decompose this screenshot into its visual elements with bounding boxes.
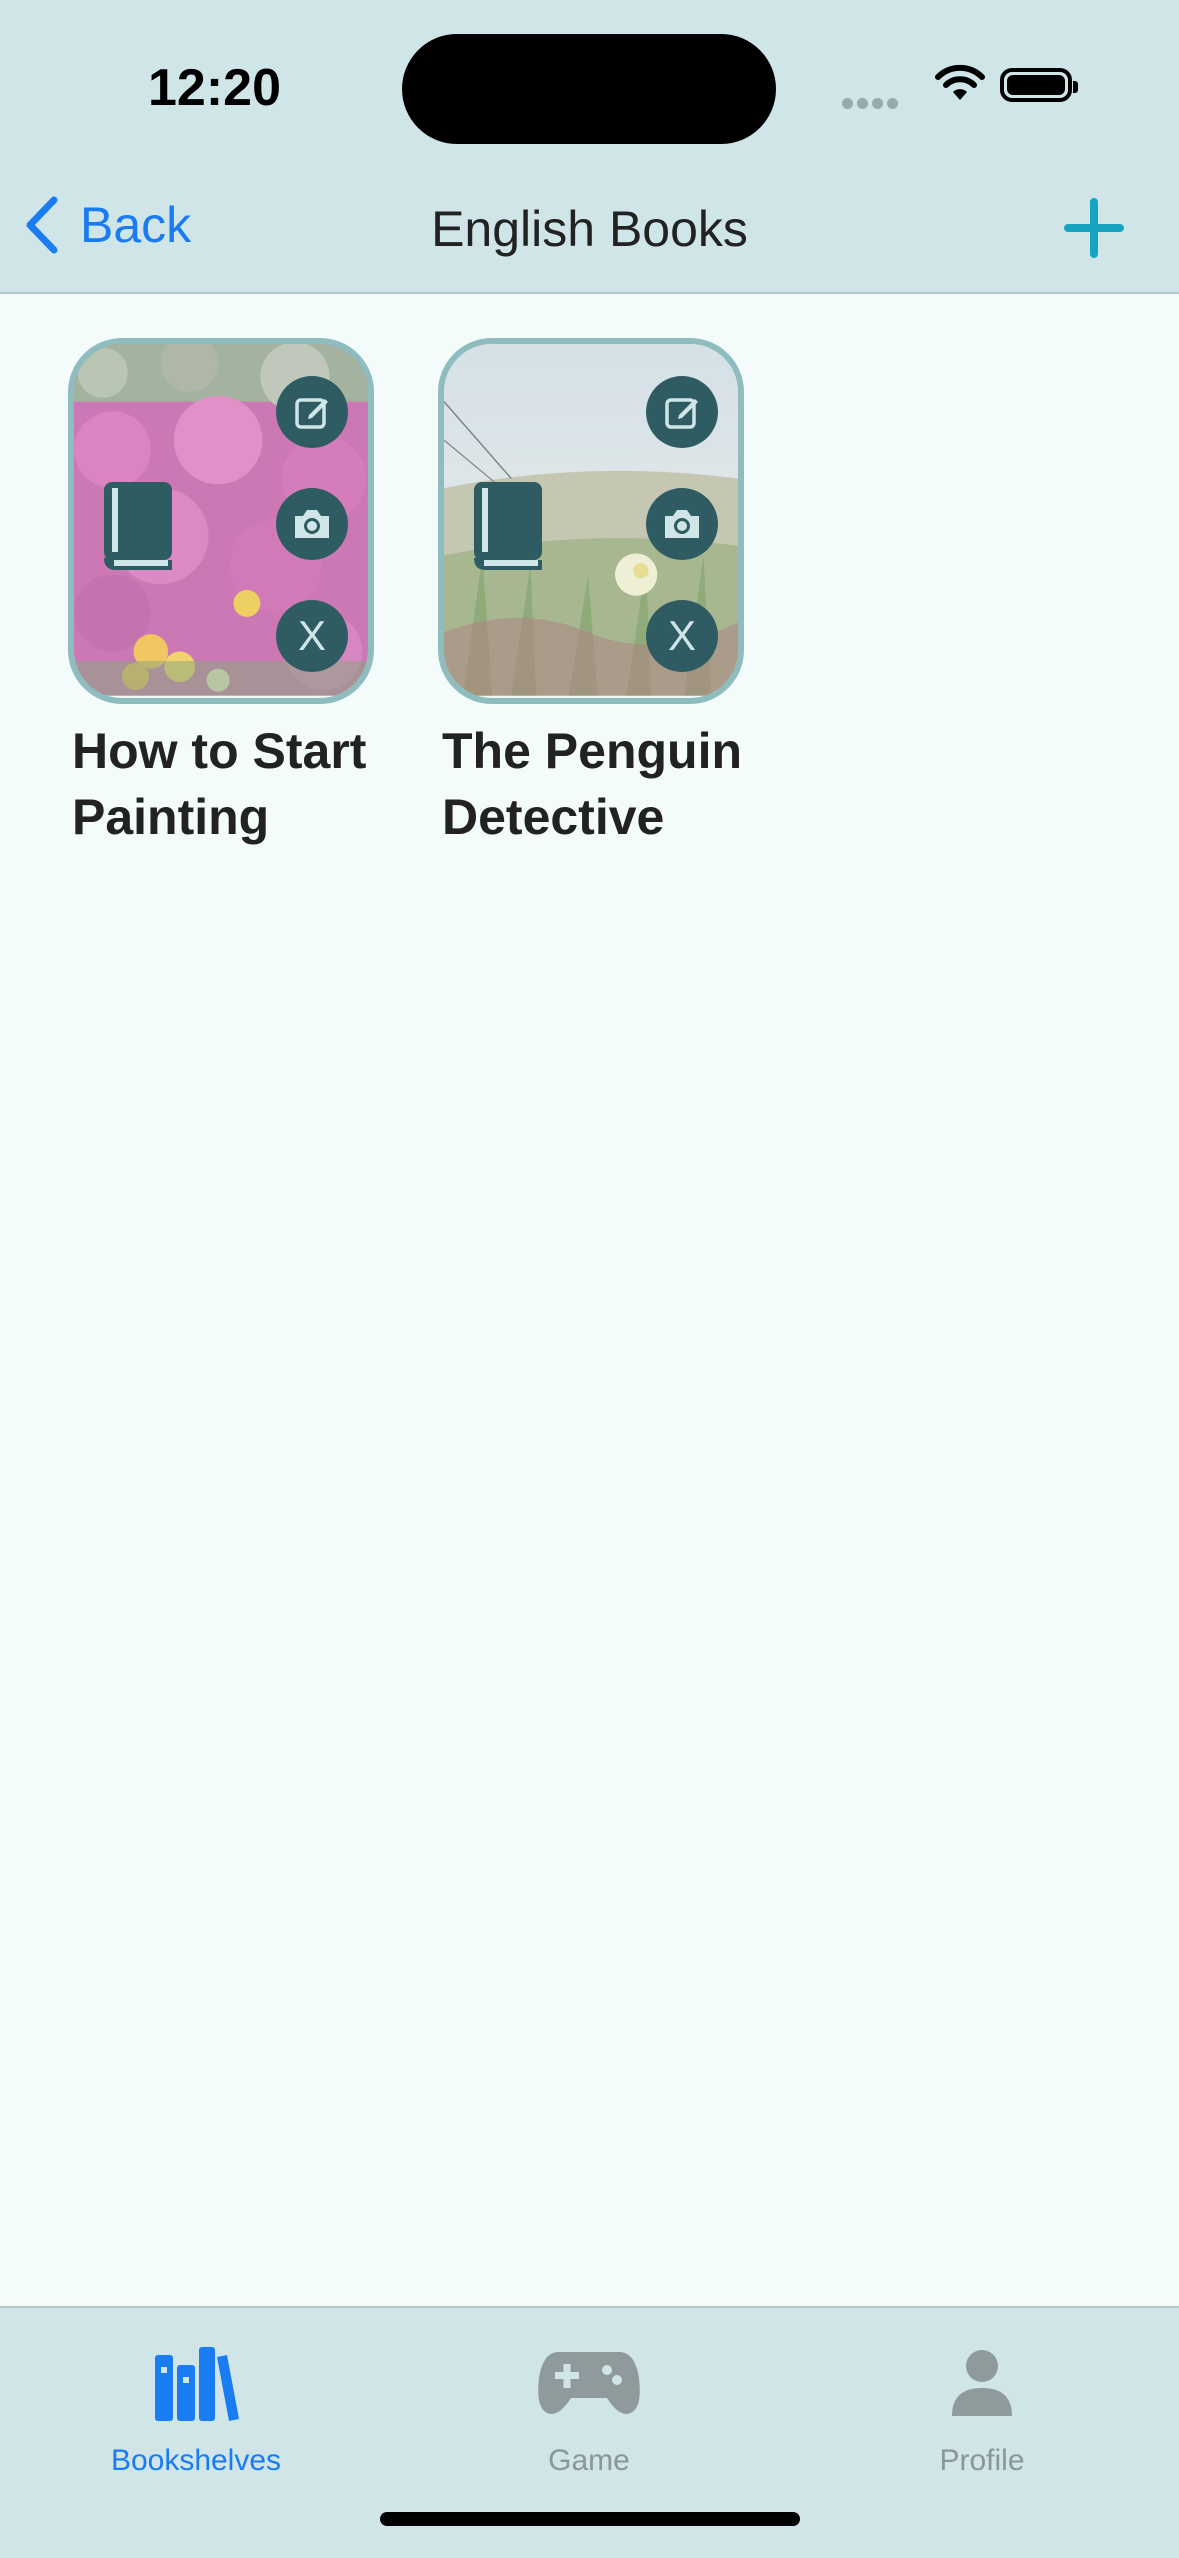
edit-icon[interactable]	[646, 376, 718, 448]
gamepad-icon	[538, 2352, 640, 2414]
close-icon[interactable]: X	[276, 600, 348, 672]
battery-icon	[1000, 68, 1078, 102]
tab-game[interactable]: Game	[469, 2328, 709, 2478]
book-title: How to Start Painting	[72, 723, 367, 845]
tab-label: Game	[548, 2444, 630, 2477]
tab-profile[interactable]: Profile	[862, 2328, 1102, 2478]
close-icon[interactable]: X	[646, 600, 718, 672]
book-icon	[474, 482, 542, 570]
person-icon	[952, 2350, 1012, 2416]
page-title: English Books	[431, 201, 748, 257]
tab-label: Profile	[939, 2444, 1025, 2477]
book-card[interactable]: X The Penguin Detective	[438, 338, 744, 850]
bookshelves-icon	[155, 2347, 239, 2421]
camera-icon[interactable]	[646, 488, 718, 560]
book-cover[interactable]: X	[68, 338, 374, 704]
dynamic-island	[402, 34, 776, 144]
book-title: The Penguin Detective	[442, 723, 742, 845]
book-cover[interactable]: X	[438, 338, 744, 704]
wifi-icon	[935, 64, 985, 100]
status-icons	[842, 62, 1082, 112]
edit-icon[interactable]	[276, 376, 348, 448]
signal-icon	[842, 96, 902, 114]
camera-icon[interactable]	[276, 488, 348, 560]
tab-bookshelves[interactable]: Bookshelves	[76, 2328, 316, 2478]
home-indicator	[380, 2512, 800, 2526]
book-card[interactable]: X How to Start Painting	[68, 338, 374, 850]
plus-icon[interactable]	[1062, 196, 1126, 260]
navigation-header: 12:20 Back English Books	[0, 0, 1179, 294]
tab-label: Bookshelves	[110, 2444, 282, 2477]
book-icon	[104, 482, 172, 570]
status-time: 12:20	[148, 59, 281, 117]
